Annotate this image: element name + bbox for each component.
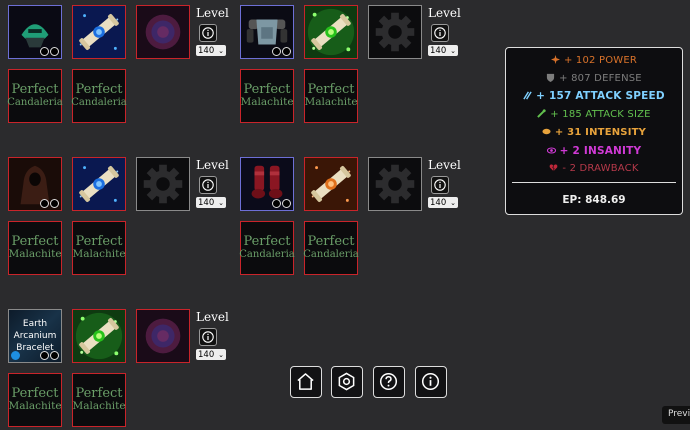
hexagon-settings-icon [338, 372, 355, 391]
info-button[interactable] [199, 176, 217, 194]
socket-indicators [40, 199, 59, 208]
settings-button[interactable] [331, 366, 363, 398]
essence-slot[interactable] [136, 309, 190, 363]
stat-attack-speed: + 157 ATTACK SPEED [506, 90, 682, 102]
info-icon [202, 179, 214, 191]
helmet-slot[interactable] [8, 5, 62, 59]
earth-arcanium-bracelet-slot[interactable]: Earth Arcanium Bracelet [8, 309, 62, 363]
enchant-scroll-slot[interactable] [304, 157, 358, 211]
intensity-icon [542, 127, 551, 136]
socket-indicators [40, 351, 59, 360]
gem-slot-candaleria[interactable]: Perfect Candaleria [303, 221, 359, 275]
enchant-scroll-slot[interactable] [72, 5, 126, 59]
essence-slot[interactable] [136, 5, 190, 59]
gem-slot-malachite[interactable]: Perfect Malachite [8, 373, 62, 427]
enchant-scroll-slot[interactable] [304, 5, 358, 59]
level-label: Level [196, 158, 229, 172]
empty-essence-slot[interactable] [368, 5, 422, 59]
info-button[interactable] [431, 176, 449, 194]
green-scroll-icon [305, 6, 357, 58]
swirl-essence-icon [137, 6, 189, 58]
gear-icon [137, 158, 189, 210]
stat-attack-size: + 185 ATTACK SIZE [506, 109, 682, 120]
info-icon [421, 372, 440, 391]
info-button[interactable] [199, 328, 217, 346]
shield-icon [546, 73, 555, 82]
stats-panel: + 102 POWER + 807 DEFENSE + 157 ATTACK S… [505, 47, 683, 215]
level-select[interactable]: 140 ⌄ [196, 349, 226, 360]
info-icon [202, 27, 214, 39]
chevron-down-icon: ⌄ [450, 198, 456, 207]
home-icon [297, 373, 314, 390]
level-select[interactable]: 140 ⌄ [428, 197, 458, 208]
cloak-slot[interactable] [8, 157, 62, 211]
gem-slot-candaleria[interactable]: Perfect Candaleria [7, 69, 63, 123]
gem-slot-candaleria[interactable]: Perfect Candaleria [71, 69, 127, 123]
green-scroll-icon [73, 310, 125, 362]
home-button[interactable] [290, 366, 322, 398]
preview-button[interactable]: Previe [662, 406, 690, 424]
gear-icon [369, 158, 421, 210]
stat-power: + 102 POWER [506, 55, 682, 66]
gem-slot-malachite[interactable]: Perfect Malachite [304, 69, 358, 123]
level-select[interactable]: 140 ⌄ [196, 45, 226, 56]
level-label: Level [428, 6, 461, 20]
gem-slot-malachite[interactable]: Perfect Malachite [72, 373, 126, 427]
question-icon [379, 372, 398, 391]
gem-slot-malachite[interactable]: Perfect Malachite [72, 221, 126, 275]
blue-scroll-icon [73, 6, 125, 58]
stat-intensity: + 31 INTENSITY [506, 127, 682, 138]
swirl-essence-icon [137, 310, 189, 362]
chevron-down-icon: ⌄ [218, 350, 224, 359]
broken-heart-icon [549, 163, 558, 172]
level-control: Level 140 ⌄ [196, 6, 230, 56]
socket-indicators [11, 351, 20, 360]
stat-defense: + 807 DEFENSE [506, 73, 682, 84]
level-select[interactable]: 140 ⌄ [428, 45, 458, 56]
attack-size-icon [537, 109, 547, 118]
level-label: Level [428, 158, 461, 172]
level-control: Level 140 ⌄ [428, 6, 462, 56]
enchant-scroll-slot[interactable] [72, 309, 126, 363]
level-control: Level 140 ⌄ [196, 310, 230, 360]
chest-armor-slot[interactable] [240, 5, 294, 59]
boots-slot[interactable] [240, 157, 294, 211]
orange-scroll-icon [305, 158, 357, 210]
chevron-down-icon: ⌄ [218, 46, 224, 55]
gem-slot-candaleria[interactable]: Perfect Candaleria [239, 221, 295, 275]
empty-essence-slot[interactable] [368, 157, 422, 211]
stat-drawback: - 2 DRAWBACK [506, 163, 682, 174]
insanity-icon [546, 146, 556, 155]
level-label: Level [196, 6, 229, 20]
level-label: Level [196, 310, 229, 324]
level-control: Level 140 ⌄ [196, 158, 230, 208]
blue-scroll-icon [73, 158, 125, 210]
attack-speed-icon [523, 91, 532, 100]
stat-insanity: + 2 INSANITY [506, 145, 682, 157]
socket-indicators [40, 47, 59, 56]
gear-icon [369, 6, 421, 58]
empty-essence-slot[interactable] [136, 157, 190, 211]
ep-value: EP: 848.69 [562, 194, 626, 206]
help-button[interactable] [373, 366, 405, 398]
panel-divider [512, 182, 676, 183]
enchant-scroll-slot[interactable] [72, 157, 126, 211]
chevron-down-icon: ⌄ [450, 46, 456, 55]
level-select[interactable]: 140 ⌄ [196, 197, 226, 208]
level-control: Level 140 ⌄ [428, 158, 462, 208]
chevron-down-icon: ⌄ [218, 198, 224, 207]
info-button[interactable] [431, 24, 449, 42]
info-nav-button[interactable] [415, 366, 447, 398]
info-icon [434, 179, 446, 191]
info-icon [202, 331, 214, 343]
gem-slot-malachite[interactable]: Perfect Malachite [8, 221, 62, 275]
gem-slot-malachite[interactable]: Perfect Malachite [240, 69, 294, 123]
socket-indicators [272, 47, 291, 56]
power-icon [550, 55, 560, 64]
info-icon [434, 27, 446, 39]
info-button[interactable] [199, 24, 217, 42]
socket-indicators [272, 199, 291, 208]
